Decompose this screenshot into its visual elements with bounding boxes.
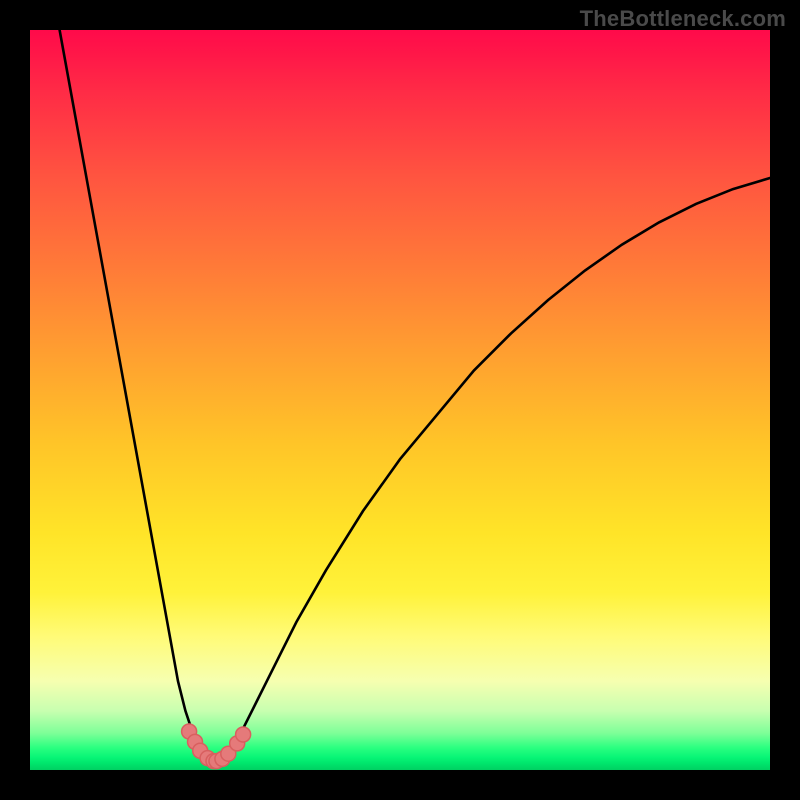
- right-curve: [230, 178, 770, 752]
- curves-svg: [30, 30, 770, 770]
- left-curve: [60, 30, 230, 763]
- bottom-markers: [182, 724, 251, 769]
- plot-area: [30, 30, 770, 770]
- watermark-text: TheBottleneck.com: [580, 6, 786, 32]
- marker-dot: [236, 727, 251, 742]
- chart-frame: TheBottleneck.com: [0, 0, 800, 800]
